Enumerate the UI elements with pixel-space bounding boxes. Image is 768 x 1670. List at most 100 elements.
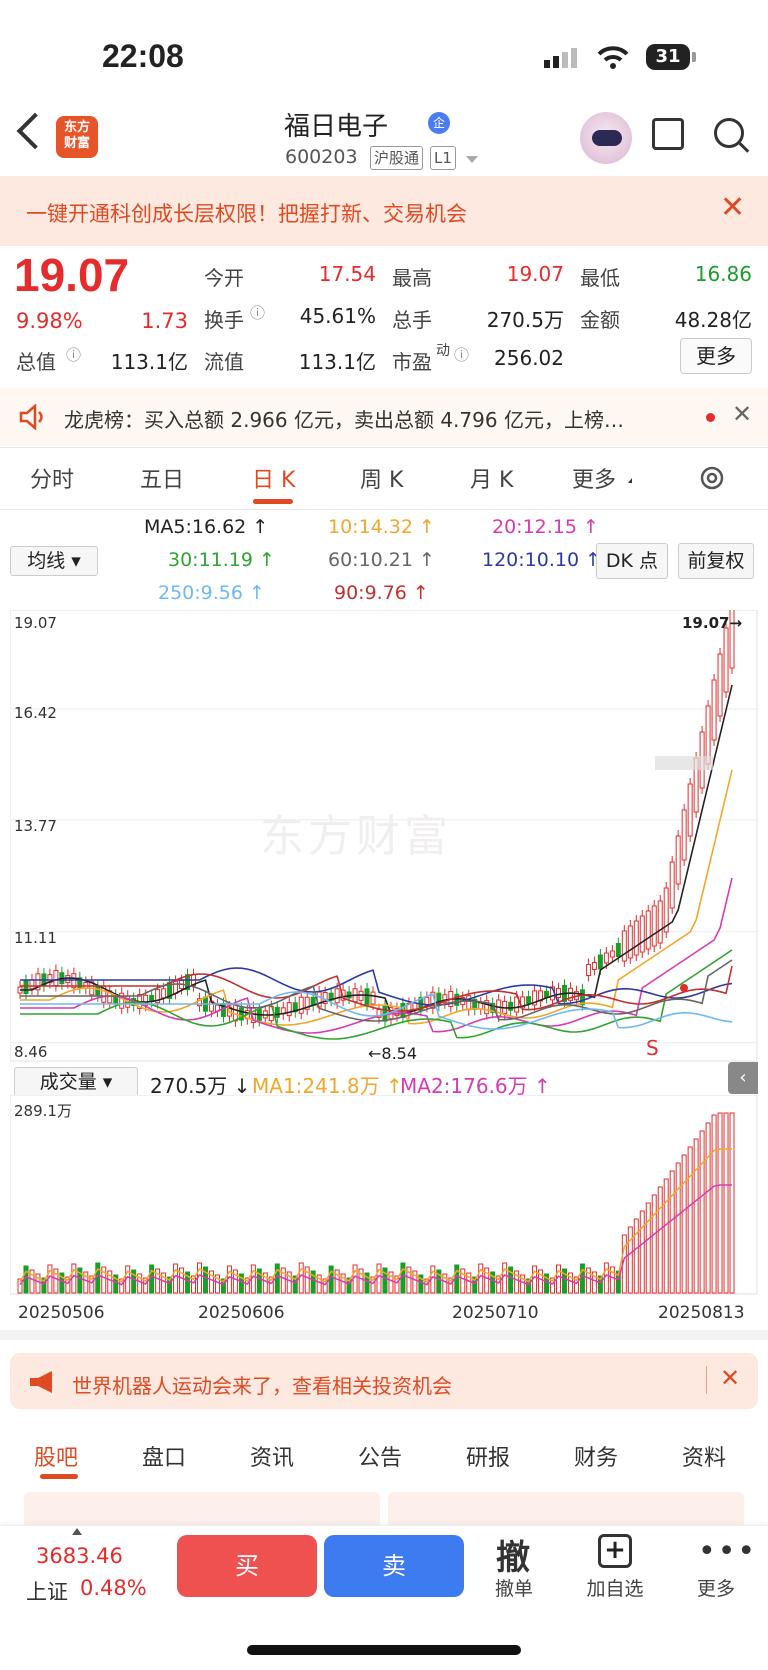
label-low: 最低 xyxy=(580,266,620,290)
candle-body xyxy=(412,1002,418,1010)
tab-announcements[interactable]: 公告 xyxy=(358,1440,402,1472)
candle-body xyxy=(717,653,723,717)
candle-body xyxy=(687,783,693,837)
candle-body xyxy=(274,1006,280,1018)
y-tick-label: 19.07 xyxy=(14,614,57,632)
tab-daily-k[interactable]: 日 K xyxy=(252,462,295,494)
search-handle xyxy=(738,142,750,153)
candle-body xyxy=(723,627,729,693)
back-icon[interactable] xyxy=(16,112,54,150)
current-price: 19.07 xyxy=(14,249,130,301)
notice-text: 龙虎榜：买入总额 2.966 亿元，卖出总额 4.796 亿元，上榜… xyxy=(64,408,624,432)
section-gap xyxy=(0,1330,768,1340)
banner-close-icon[interactable]: ✕ xyxy=(720,190,745,225)
candle-body xyxy=(639,915,645,953)
ma30-label: 30:11.19 ↑ xyxy=(168,549,275,571)
share-icon[interactable] xyxy=(652,118,684,150)
promo-close-icon[interactable]: ✕ xyxy=(720,1364,740,1392)
candle-body xyxy=(334,988,340,1004)
label-turnover: 换手 xyxy=(204,308,244,332)
index-value[interactable]: 3683.46 xyxy=(36,1544,123,1568)
tab-orderbook[interactable]: 盘口 xyxy=(142,1440,186,1472)
volume-selector-label: 成交量 xyxy=(39,1071,97,1093)
ma60-label: 60:10.21 ↑ xyxy=(328,549,435,571)
quote-more-button[interactable]: 更多 xyxy=(680,338,752,374)
tab-five-day[interactable]: 五日 xyxy=(140,462,184,494)
candle-body xyxy=(526,996,532,1005)
value-float-value: 113.1亿 xyxy=(298,350,376,374)
dropdown-icon[interactable] xyxy=(466,156,478,163)
tab-forum[interactable]: 股吧 xyxy=(34,1440,78,1472)
date-label: 20250606 xyxy=(198,1303,285,1323)
cancel-order-label[interactable]: 撤单 xyxy=(474,1574,554,1601)
label-volume: 总手 xyxy=(392,308,432,332)
volume-bar xyxy=(705,1122,711,1294)
candle-body xyxy=(633,920,639,956)
low-marker-value: 8.54 xyxy=(381,1044,418,1063)
more-label[interactable]: 更多 xyxy=(676,1574,756,1601)
volume-chart[interactable] xyxy=(10,1095,758,1295)
tab-monthly-k[interactable]: 月 K xyxy=(470,462,513,494)
candle-body xyxy=(711,679,717,741)
tab-news[interactable]: 资讯 xyxy=(250,1440,294,1472)
index-pct: 0.48% xyxy=(80,1576,147,1600)
volume-bar xyxy=(723,1112,729,1294)
notice-close-icon[interactable]: ✕ xyxy=(732,400,752,428)
sell-button[interactable]: 卖 xyxy=(324,1535,464,1597)
info-icon[interactable]: ⓘ xyxy=(66,344,81,365)
index-name: 上证 xyxy=(26,1580,68,1604)
tab-more[interactable]: 更多 xyxy=(572,462,616,494)
indicator-selector[interactable]: 均线 ▾ xyxy=(10,546,98,576)
tab-weekly-k[interactable]: 周 K xyxy=(360,462,403,494)
dk-point-button[interactable]: DK 点 xyxy=(596,543,668,579)
label-pe: 市盈 xyxy=(392,350,432,374)
settings-gear-icon[interactable] xyxy=(698,464,726,496)
buy-button[interactable]: 买 xyxy=(177,1535,317,1597)
volume-bar xyxy=(627,1226,633,1294)
cancel-order-icon[interactable]: 撤 xyxy=(496,1530,530,1579)
indicator-selector-label: 均线 xyxy=(27,550,66,572)
signal-dot xyxy=(680,984,688,992)
value-open: 17.54 xyxy=(318,262,376,286)
tab-finance[interactable]: 财务 xyxy=(574,1440,618,1472)
volume-bar xyxy=(639,1210,645,1294)
speaker-icon xyxy=(18,403,48,434)
popularity-card[interactable] xyxy=(24,1492,380,1528)
value-amount: 48.28亿 xyxy=(674,308,752,332)
adjust-button[interactable]: 前复权 xyxy=(678,543,754,579)
battery-icon: 31 xyxy=(646,44,690,70)
info-icon[interactable]: ⓘ xyxy=(454,344,469,365)
tab-profile[interactable]: 资料 xyxy=(682,1440,726,1472)
more-dots-icon[interactable]: ••• xyxy=(698,1534,757,1569)
long-short-card[interactable] xyxy=(388,1492,744,1528)
info-icon[interactable]: ⓘ xyxy=(250,302,265,323)
candle-body xyxy=(454,993,460,1006)
add-watchlist-label[interactable]: 加自选 xyxy=(575,1574,655,1601)
volume-bar xyxy=(729,1112,735,1294)
value-low: 16.86 xyxy=(694,262,752,286)
tab-research[interactable]: 研报 xyxy=(466,1440,510,1472)
label-amount: 金额 xyxy=(580,308,620,332)
tab-intraday[interactable]: 分时 xyxy=(30,462,74,494)
ma20-label: 20:12.15 ↑ xyxy=(492,516,599,538)
candle-body xyxy=(65,975,71,984)
resistance-band xyxy=(655,756,713,770)
volume-bar xyxy=(645,1202,651,1294)
candle-body xyxy=(23,980,29,995)
volume-bar xyxy=(669,1170,675,1294)
collapse-panel-icon[interactable]: ‹ xyxy=(728,1062,758,1094)
candle-body xyxy=(597,954,603,970)
candle-body xyxy=(705,705,711,765)
pe-superscript: 动 xyxy=(436,343,450,359)
candle-body xyxy=(615,943,621,957)
ma120-label: 120:10.10 ↑ xyxy=(482,549,602,571)
date-label: 20250506 xyxy=(18,1303,105,1323)
volume-indicator-selector[interactable]: 成交量 ▾ xyxy=(14,1067,138,1097)
volume-bar xyxy=(663,1178,669,1294)
value-total-value: 113.1亿 xyxy=(110,350,188,374)
add-watchlist-icon[interactable]: + xyxy=(598,1534,632,1568)
expand-caret-icon[interactable] xyxy=(72,1528,82,1535)
stock-code: 600203 xyxy=(285,146,358,168)
connect-tag: 沪股通 xyxy=(370,146,424,170)
forum-tab-indicator xyxy=(40,1474,78,1479)
